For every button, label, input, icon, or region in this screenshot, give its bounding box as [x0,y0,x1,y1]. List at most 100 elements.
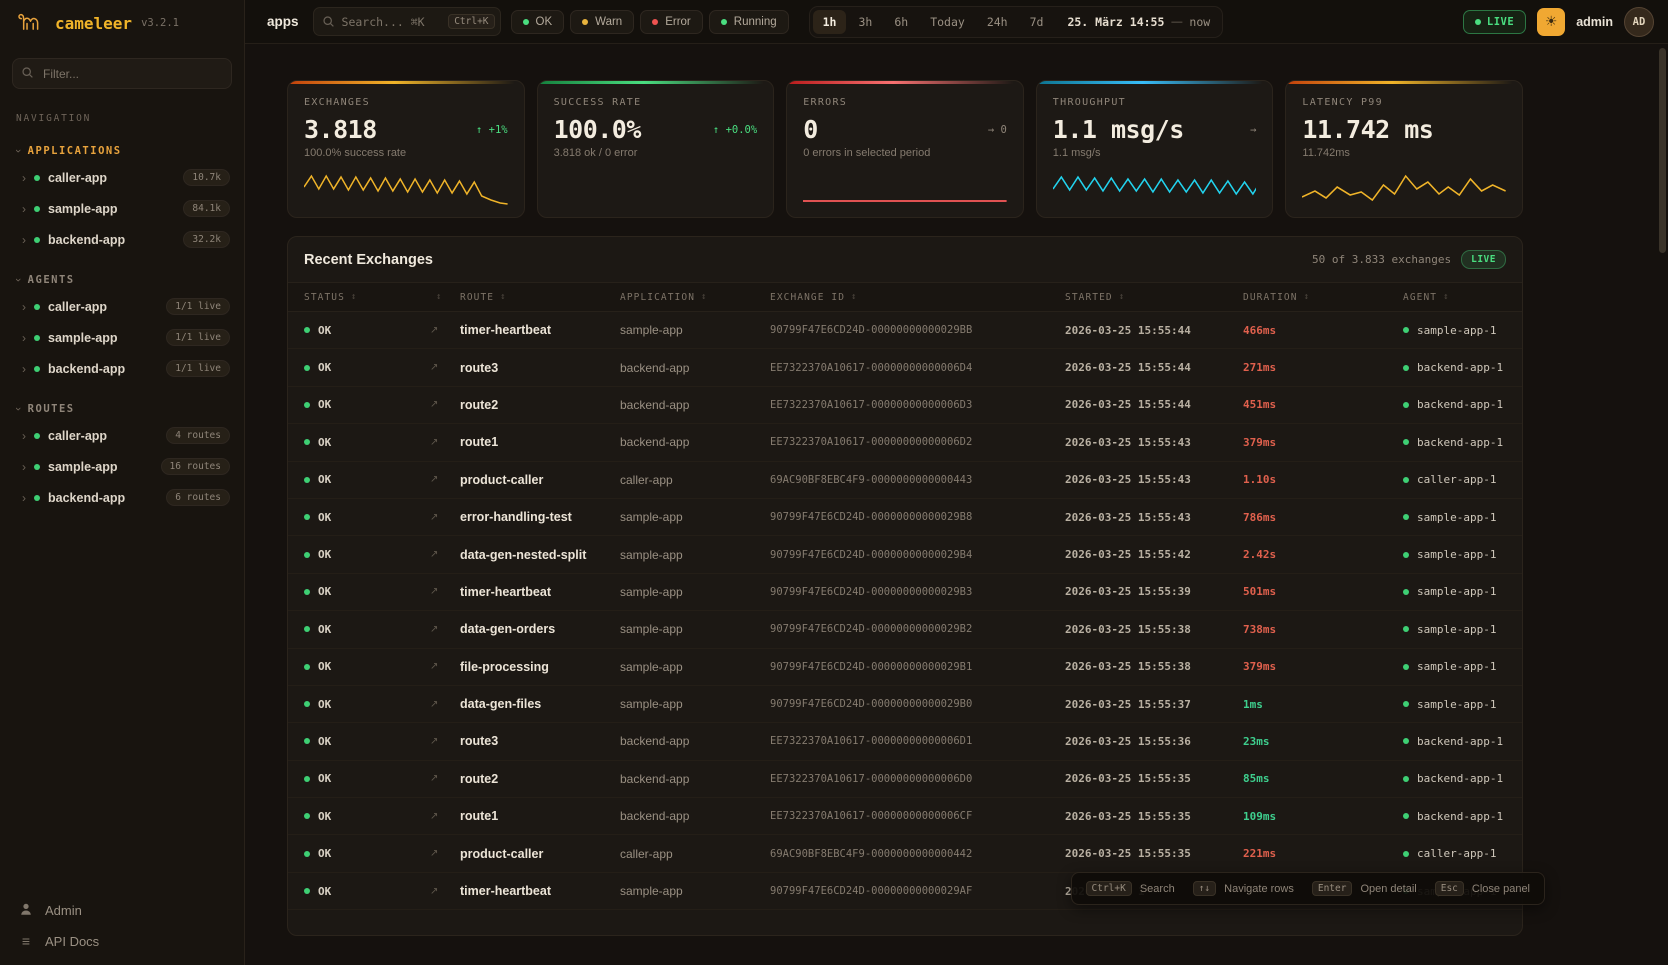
table-row[interactable]: OK ↗ route2 backend-app EE7322370A10617-… [288,387,1522,424]
table-column-headers: STATUS↕ ↕ ROUTE↕ APPLICATION↕ EXCHANGE I… [288,282,1522,312]
column-header-status[interactable]: STATUS↕ [304,292,430,303]
table-summary: 50 of 3.833 exchanges [1312,253,1451,266]
status-label: OK [318,585,331,598]
sidebar-item-label: backend-app [48,491,125,505]
status-dot [34,366,40,372]
started-timestamp: 2026-03-25 15:55:44 [1065,361,1243,374]
chevron-right-icon: › [22,233,26,247]
stat-card-success-rate[interactable]: SUCCESS RATE 100.0% ↑ +0.0% 3.818 ok / 0… [537,80,775,218]
brand[interactable]: cameleer v3.2.1 [0,0,244,46]
status-filter-chip[interactable]: Error [640,10,703,34]
kbd-label: Search [1140,883,1175,895]
table-body: OK ↗ timer-heartbeat sample-app 90799F47… [288,312,1522,910]
started-timestamp: 2026-03-25 15:55:39 [1065,585,1243,598]
started-timestamp: 2026-03-25 15:55:43 [1065,436,1243,449]
table-row[interactable]: OK ↗ product-caller caller-app 69AC90BF8… [288,835,1522,872]
status-label: OK [318,660,331,673]
table-row[interactable]: OK ↗ data-gen-files sample-app 90799F47E… [288,686,1522,723]
scrollbar-thumb[interactable] [1659,48,1666,253]
sidebar-item-badge: 1/1 live [166,329,230,346]
table-row[interactable]: OK ↗ product-caller caller-app 69AC90BF8… [288,462,1522,499]
range-button[interactable]: 6h [884,10,918,34]
table-row[interactable]: OK ↗ route1 backend-app EE7322370A10617-… [288,424,1522,461]
kbd-key: ↑↓ [1193,881,1216,896]
chip-label: Warn [595,16,622,28]
column-header-route[interactable]: ROUTE↕ [460,292,620,303]
section-header-routes[interactable]: › ROUTES [0,398,244,420]
sidebar-item-route[interactable]: › backend-app 6 routes [0,482,244,513]
duration-value: 1ms [1243,698,1403,711]
table-row[interactable]: OK ↗ data-gen-nested-split sample-app 90… [288,536,1522,573]
range-button[interactable]: 7d [1020,10,1054,34]
application-name: sample-app [620,548,770,562]
card-accent-bar [288,81,524,84]
column-header-trend[interactable]: ↕ [430,292,460,302]
sidebar-item-badge: 1/1 live [166,360,230,377]
stat-card-exchanges[interactable]: EXCHANGES 3.818 ↑ +1% 100.0% success rat… [287,80,525,218]
started-timestamp: 2026-03-25 15:55:38 [1065,623,1243,636]
agent-name: sample-app-1 [1417,324,1496,337]
range-button[interactable]: 24h [977,10,1018,34]
sidebar-item-admin[interactable]: Admin [18,902,226,919]
trend-arrow-icon: ↗ [430,661,460,672]
table-row[interactable]: OK ↗ route3 backend-app EE7322370A10617-… [288,723,1522,760]
table-row[interactable]: OK ↗ timer-heartbeat sample-app 90799F47… [288,312,1522,349]
trend-arrow-icon: ↗ [430,437,460,448]
agent-name: caller-app-1 [1417,473,1496,486]
application-name: sample-app [620,622,770,636]
stat-card-throughput[interactable]: THROUGHPUT 1.1 msg/s → 1.1 msg/s [1036,80,1274,218]
sidebar-item-agent[interactable]: › backend-app 1/1 live [0,353,244,384]
sort-icon: ↕ [436,292,443,302]
table-row[interactable]: OK ↗ route3 backend-app EE7322370A10617-… [288,349,1522,386]
column-header-duration[interactable]: DURATION↕ [1243,292,1403,303]
status-filter-chip[interactable]: OK [511,10,565,34]
status-filter-chip[interactable]: Running [709,10,789,34]
range-button[interactable]: Today [920,10,975,34]
sidebar-item-agent[interactable]: › caller-app 1/1 live [0,291,244,322]
chevron-down-icon: › [12,278,24,282]
route-name: route1 [460,809,620,823]
stat-card-errors[interactable]: ERRORS 0 → 0 0 errors in selected period [786,80,1024,218]
sidebar-item-application[interactable]: › backend-app 32.2k [0,224,244,255]
table-title: Recent Exchanges [304,252,433,268]
topbar: apps Ctrl+K OK Warn [245,0,1668,44]
page-scrollbar[interactable] [1659,48,1666,958]
column-header-exchange-id[interactable]: EXCHANGE ID↕ [770,292,1065,303]
stat-card-latency[interactable]: LATENCY P99 11.742 ms 11.742ms [1285,80,1523,218]
stat-subtext: 3.818 ok / 0 error [554,147,758,159]
table-row[interactable]: OK ↗ timer-heartbeat sample-app 90799F47… [288,574,1522,611]
column-header-application[interactable]: APPLICATION↕ [620,292,770,303]
keyboard-hint: Enter Open detail [1312,881,1417,896]
exchange-id: EE7322370A10617-00000000000006D2 [770,436,1065,448]
status-filter-chip[interactable]: Warn [570,10,634,34]
section-header-applications[interactable]: › APPLICATIONS [0,140,244,162]
sidebar-item-application[interactable]: › caller-app 10.7k [0,162,244,193]
section-header-agents[interactable]: › AGENTS [0,269,244,291]
stat-subtext: 100.0% success rate [304,147,508,159]
sidebar-filter-input[interactable] [12,58,232,89]
duration-value: 271ms [1243,361,1403,374]
table-row[interactable]: OK ↗ route2 backend-app EE7322370A10617-… [288,761,1522,798]
table-row[interactable]: OK ↗ error-handling-test sample-app 9079… [288,499,1522,536]
live-toggle[interactable]: LIVE [1463,10,1526,34]
duration-value: 1.10s [1243,473,1403,486]
column-header-agent[interactable]: AGENT↕ [1403,292,1506,303]
table-row[interactable]: OK ↗ file-processing sample-app 90799F47… [288,649,1522,686]
agent-name: sample-app-1 [1417,548,1496,561]
sidebar-item-agent[interactable]: › sample-app 1/1 live [0,322,244,353]
chevron-right-icon: › [22,171,26,185]
column-header-started[interactable]: STARTED↕ [1065,292,1243,303]
theme-toggle-button[interactable]: ☀ [1537,8,1565,36]
sidebar-item-route[interactable]: › sample-app 16 routes [0,451,244,482]
sidebar-item-api-docs[interactable]: ≡ API Docs [18,933,226,949]
application-name: sample-app [620,884,770,898]
sidebar-item-application[interactable]: › sample-app 84.1k [0,193,244,224]
avatar[interactable]: AD [1624,7,1654,37]
table-row[interactable]: OK ↗ data-gen-orders sample-app 90799F47… [288,611,1522,648]
agent-status-dot [1403,813,1409,819]
sidebar-item-route[interactable]: › caller-app 4 routes [0,420,244,451]
table-row[interactable]: OK ↗ route1 backend-app EE7322370A10617-… [288,798,1522,835]
range-button[interactable]: 3h [848,10,882,34]
range-button[interactable]: 1h [813,10,847,34]
keyboard-hint: Ctrl+K Search [1086,881,1175,896]
